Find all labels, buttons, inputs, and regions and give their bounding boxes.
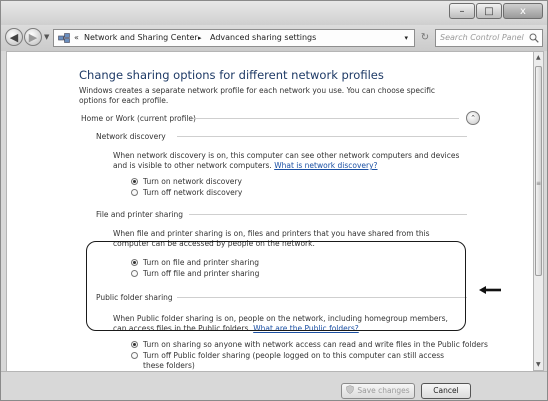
save-changes-label: Save changes [357, 386, 410, 395]
forward-button[interactable]: ▶ [24, 28, 42, 46]
search-icon[interactable] [529, 33, 539, 43]
radio-public-folder-on[interactable]: Turn on sharing so anyone with network a… [131, 340, 488, 349]
radio-selected-icon[interactable] [131, 178, 138, 185]
refresh-icon[interactable]: ↻ [417, 29, 433, 47]
breadcrumb-network-sharing-center[interactable]: Network and Sharing Center [84, 30, 198, 46]
window-controls: – □ x [449, 3, 543, 19]
page-title: Change sharing options for different net… [79, 68, 384, 82]
close-button[interactable]: x [503, 3, 543, 19]
search-input[interactable]: Search Control Panel [435, 29, 543, 47]
network-discovery-description: When network discovery is on, this compu… [113, 151, 468, 171]
title-bar: – □ x [1, 1, 547, 25]
search-placeholder: Search Control Panel [440, 33, 524, 42]
action-bar: Save changes Cancel [1, 371, 547, 400]
vertical-scrollbar[interactable]: ▲ ≡ ▼ [533, 51, 544, 371]
breadcrumb-advanced-sharing-settings[interactable]: Advanced sharing settings [210, 30, 316, 46]
cancel-button[interactable]: Cancel [421, 383, 471, 399]
address-dropdown-icon[interactable]: ▾ [404, 30, 408, 46]
address-bar[interactable]: « Network and Sharing Center ▸ Advanced … [53, 29, 415, 47]
what-is-network-discovery-link[interactable]: What is network discovery? [274, 161, 377, 170]
radio-label: Turn on network discovery [143, 177, 242, 186]
hidden-path-chevron[interactable]: « [74, 30, 79, 46]
profile-divider [193, 118, 459, 119]
radio-network-discovery-off[interactable]: Turn off network discovery [131, 188, 242, 197]
scrollbar-grip-icon: ≡ [536, 180, 542, 187]
breadcrumb-separator-icon[interactable]: ▸ [198, 30, 202, 46]
scrollbar-thumb[interactable] [535, 66, 542, 276]
file-printer-sharing-title: File and printer sharing [96, 210, 184, 219]
control-panel-window: – □ x ◀ ▶ ▼ « Network and Sharing Center… [0, 0, 548, 401]
minimize-button[interactable]: – [449, 3, 475, 19]
radio-label: Turn off network discovery [143, 188, 243, 197]
network-discovery-title: Network discovery [96, 132, 166, 141]
radio-label: Turn on sharing so anyone with network a… [143, 340, 488, 349]
radio-unselected-icon[interactable] [131, 352, 138, 359]
scroll-down-icon[interactable]: ▼ [536, 361, 541, 368]
radio-network-discovery-on[interactable]: Turn on network discovery [131, 177, 242, 186]
radio-unselected-icon[interactable] [131, 189, 138, 196]
page-intro: Windows creates a separate network profi… [79, 86, 436, 105]
shield-icon [346, 385, 355, 394]
network-discovery-divider [177, 136, 467, 137]
maximize-button[interactable]: □ [476, 3, 502, 19]
save-changes-button[interactable]: Save changes [341, 383, 415, 399]
back-button[interactable]: ◀ [5, 28, 23, 46]
network-icon [58, 33, 70, 43]
recent-pages-chevron-down-icon[interactable]: ▼ [44, 33, 49, 41]
collapse-profile-button[interactable]: ⌃ [466, 111, 480, 125]
radio-public-folder-off[interactable]: Turn off Public folder sharing (people l… [131, 351, 455, 371]
radio-label: Turn off Public folder sharing (people l… [143, 351, 445, 370]
public-folder-highlight-box [86, 241, 466, 331]
profile-title: Home or Work (current profile) [81, 114, 196, 123]
file-printer-divider [189, 214, 467, 215]
arrow-icon [479, 286, 501, 294]
radio-selected-icon[interactable] [131, 341, 138, 348]
scroll-up-icon[interactable]: ▲ [536, 54, 541, 61]
navigation-bar: ◀ ▶ ▼ « Network and Sharing Center ▸ Adv… [1, 25, 547, 51]
